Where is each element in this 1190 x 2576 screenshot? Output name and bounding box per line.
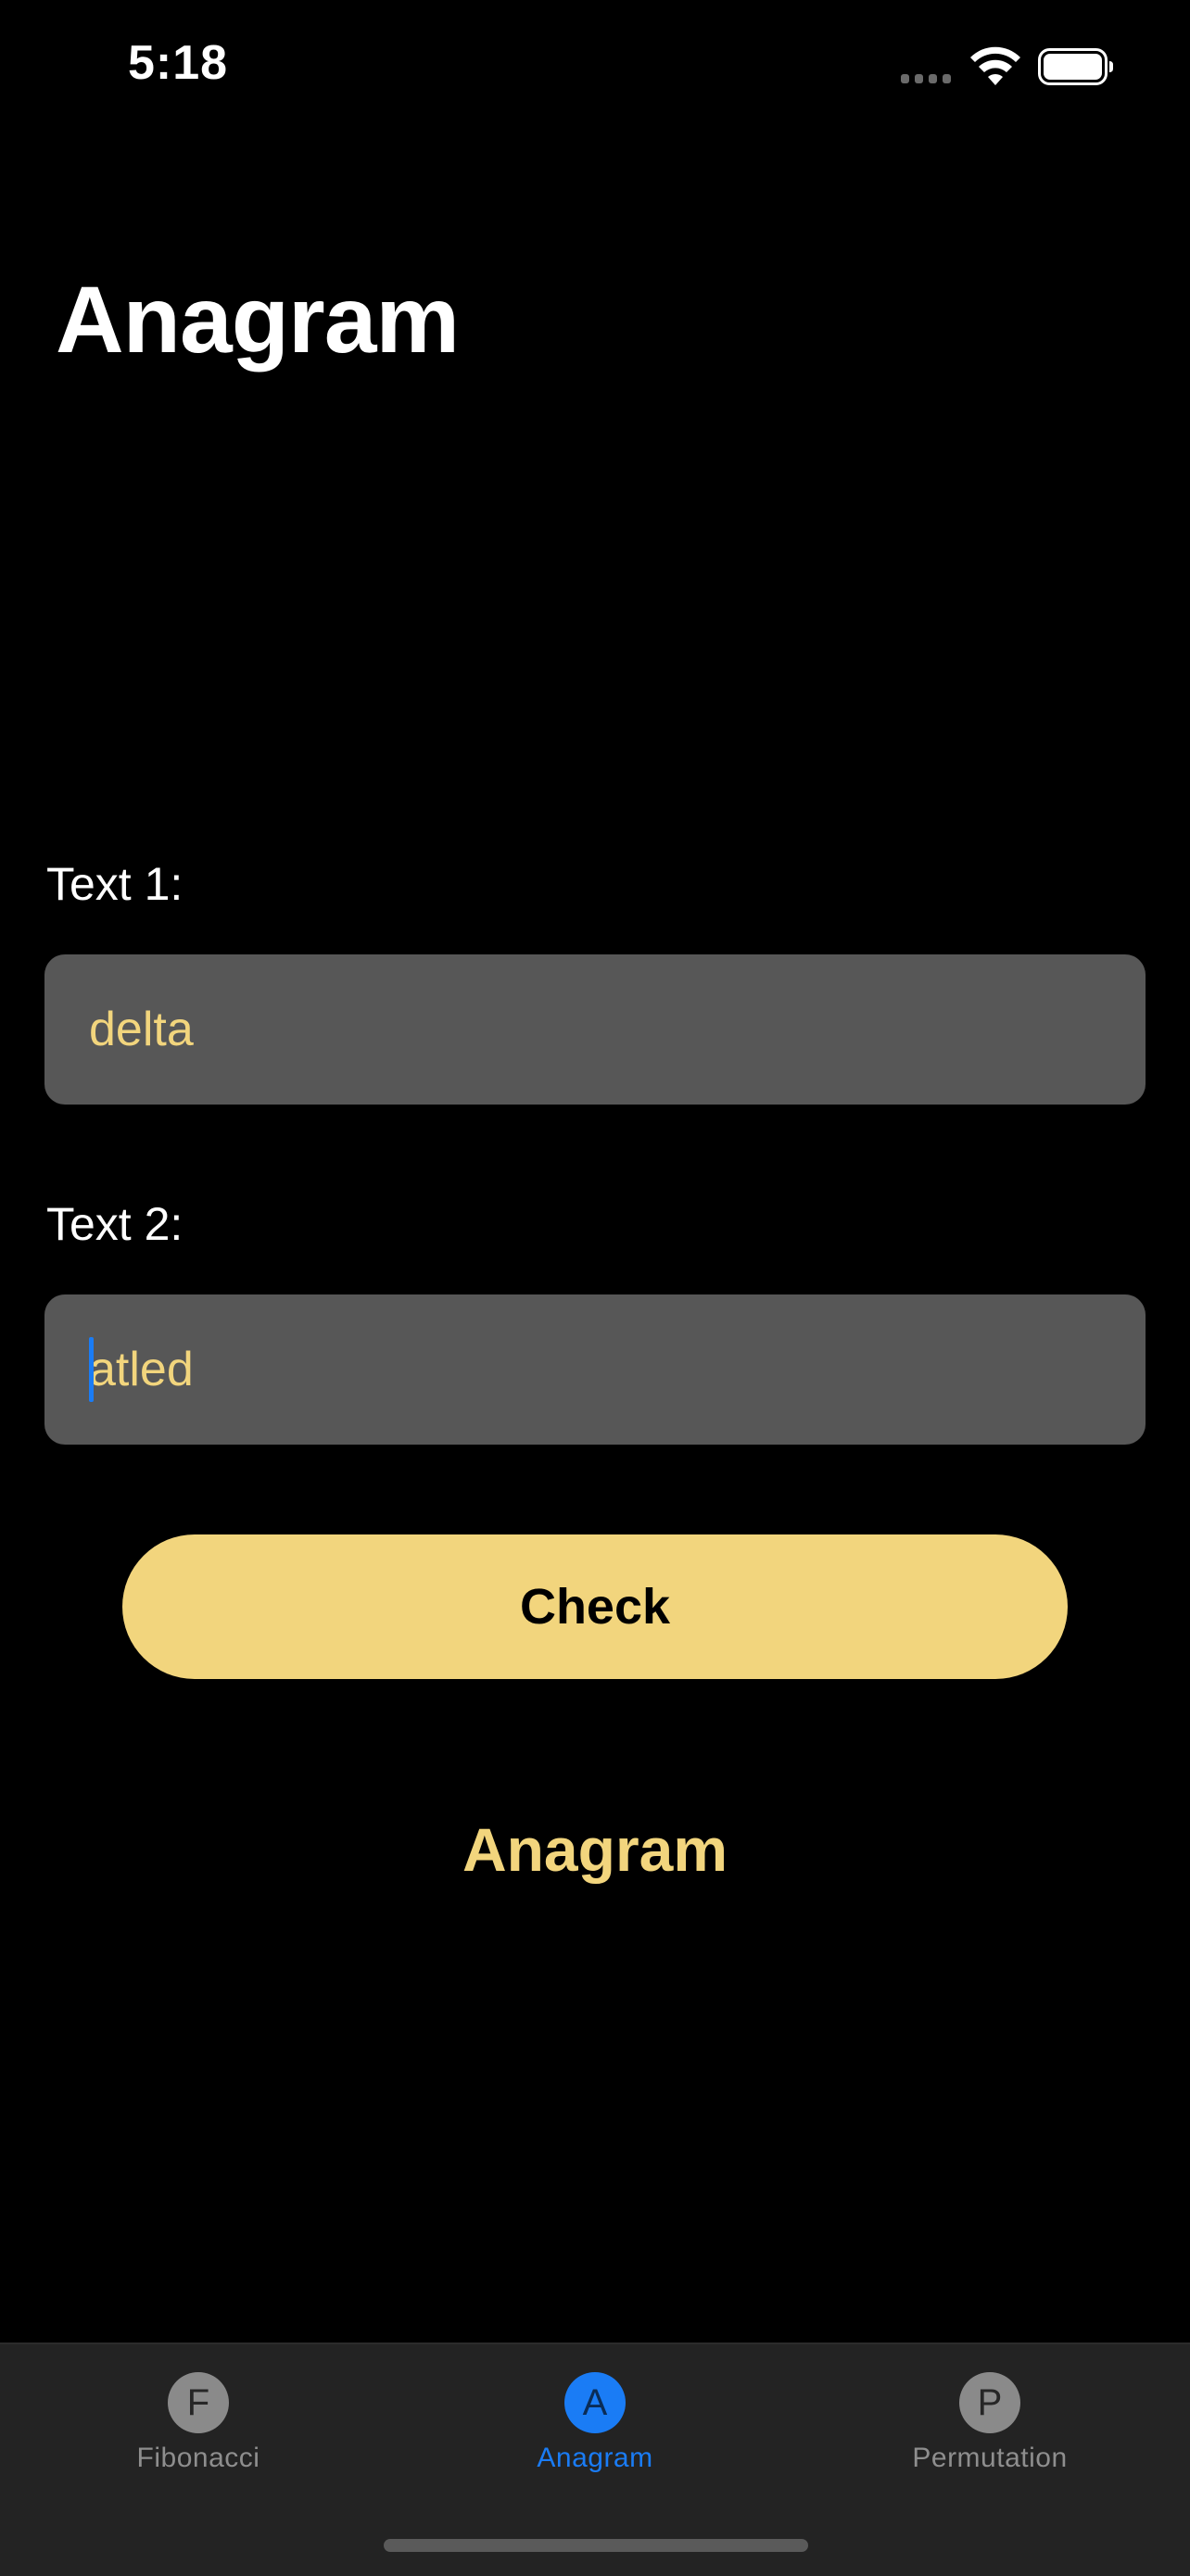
tab-fibonacci[interactable]: F Fibonacci	[59, 2372, 337, 2474]
tab-label: Permutation	[912, 2443, 1068, 2473]
fibonacci-tab-icon: F	[168, 2372, 229, 2433]
text1-field[interactable]	[44, 954, 1146, 1105]
permutation-tab-icon: P	[959, 2372, 1020, 2433]
result-text: Anagram	[462, 1815, 728, 1884]
text1-label: Text 1:	[46, 858, 184, 910]
tab-permutation[interactable]: P Permutation	[851, 2372, 1129, 2474]
status-bar: 5:18	[0, 0, 1190, 139]
cellular-signal-icon	[901, 74, 956, 83]
anagram-tab-icon: A	[564, 2372, 626, 2433]
tab-anagram[interactable]: A Anagram	[456, 2372, 734, 2474]
battery-icon	[1038, 48, 1113, 85]
tab-label: Anagram	[537, 2443, 653, 2473]
text2-field[interactable]	[44, 1294, 1146, 1445]
wifi-icon	[970, 46, 1020, 85]
check-button[interactable]: Check	[122, 1534, 1068, 1679]
text2-input[interactable]	[89, 1342, 1146, 1397]
text1-input[interactable]	[89, 1002, 1146, 1057]
tab-label: Fibonacci	[136, 2443, 260, 2473]
page-title: Anagram	[56, 267, 460, 373]
text-cursor	[89, 1337, 94, 1402]
text2-label: Text 2:	[46, 1198, 184, 1250]
home-indicator[interactable]	[384, 2539, 808, 2552]
status-time: 5:18	[128, 36, 229, 90]
